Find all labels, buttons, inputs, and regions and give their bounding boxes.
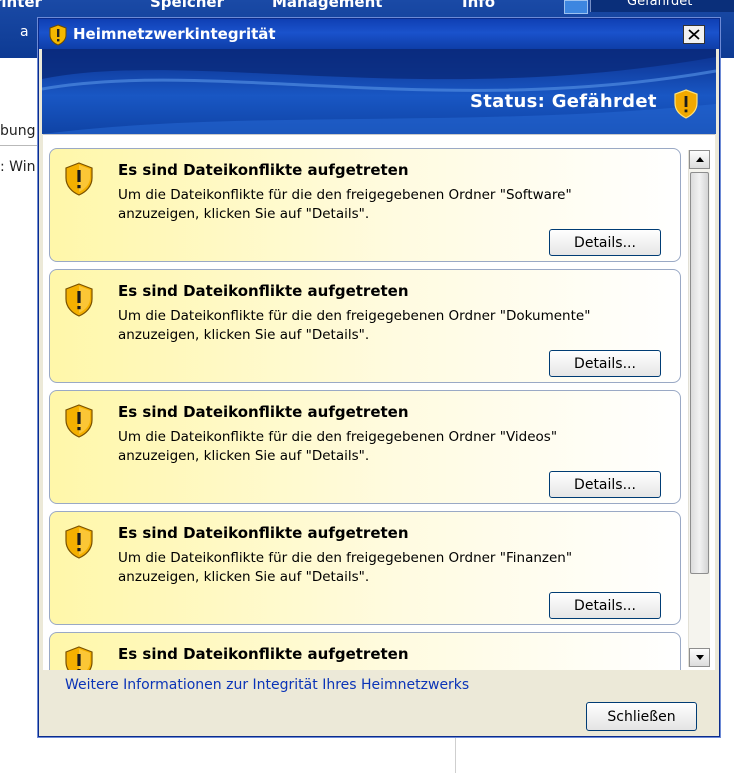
- details-button[interactable]: Details...: [549, 471, 661, 498]
- dialog-footer: Weitere Informationen zur Integrität Ihr…: [43, 670, 715, 733]
- card-description: Um die Dateikonflikte für die den freige…: [118, 308, 591, 343]
- bg-status-button[interactable]: Gefährdet: [590, 0, 734, 12]
- card-title: Es sind Dateikonflikte aufgetreten: [118, 282, 409, 300]
- bg-status-label: Gefährdet: [627, 0, 693, 9]
- conflict-notification-card: Es sind Dateikonflikte aufgetreten Um di…: [49, 511, 681, 625]
- bg-toolbar-label: a: [20, 24, 29, 40]
- close-icon: [688, 29, 700, 40]
- details-button[interactable]: Details...: [549, 229, 661, 256]
- background-left-panel: bung : Win: [0, 58, 40, 758]
- bg-tray-button[interactable]: [564, 0, 588, 14]
- warning-shield-icon: [65, 646, 93, 670]
- dialog-title: Heimnetzwerkintegrität: [73, 25, 276, 43]
- vertical-scrollbar[interactable]: [688, 150, 710, 667]
- chevron-down-icon: [696, 655, 704, 660]
- warning-shield-icon: [674, 89, 698, 119]
- details-button[interactable]: Details...: [549, 592, 661, 619]
- scroll-up-button[interactable]: [689, 150, 710, 169]
- more-info-link[interactable]: Weitere Informationen zur Integrität Ihr…: [65, 677, 469, 693]
- details-button[interactable]: Details...: [549, 350, 661, 377]
- warning-shield-icon: [65, 162, 93, 196]
- notification-list[interactable]: Es sind Dateikonflikte aufgetreten Um di…: [49, 148, 685, 670]
- conflict-notification-card: Es sind Dateikonflikte aufgetreten Um di…: [49, 148, 681, 262]
- card-title: Es sind Dateikonflikte aufgetreten: [118, 645, 409, 663]
- warning-shield-icon: [65, 404, 93, 438]
- warning-shield-icon: [65, 283, 93, 317]
- warning-shield-icon: [65, 525, 93, 559]
- conflict-notification-card: Es sind Dateikonflikte aufgetreten Um di…: [49, 269, 681, 383]
- warning-shield-icon: [49, 24, 67, 46]
- card-description: Um die Dateikonflikte für die den freige…: [118, 550, 573, 585]
- status-banner: Status: Gefährdet: [42, 49, 716, 134]
- card-title: Es sind Dateikonflikte aufgetreten: [118, 524, 409, 542]
- card-description: Um die Dateikonflikte für die den freige…: [118, 429, 558, 464]
- scroll-down-button[interactable]: [689, 648, 710, 667]
- chevron-up-icon: [696, 157, 704, 162]
- bg-divider: [0, 145, 40, 146]
- dialog-titlebar[interactable]: Heimnetzwerkintegrität: [39, 19, 719, 49]
- notification-list-area: Es sind Dateikonflikte aufgetreten Um di…: [43, 134, 715, 670]
- card-description: Um die Dateikonflikte für die den freige…: [118, 187, 572, 222]
- bg-menu-item[interactable]: Speicher: [150, 0, 224, 11]
- bg-divider-line: [455, 735, 456, 773]
- scrollbar-thumb[interactable]: [690, 172, 709, 574]
- bg-side-text: bung: [0, 123, 36, 139]
- bg-menu-item[interactable]: Management: [272, 0, 382, 11]
- conflict-notification-card: Es sind Dateikonflikte aufgetreten: [49, 632, 681, 670]
- card-title: Es sind Dateikonflikte aufgetreten: [118, 161, 409, 179]
- bg-side-text: : Win: [0, 159, 36, 175]
- close-window-button[interactable]: [683, 25, 705, 44]
- bg-menu-item[interactable]: rinter: [0, 0, 42, 11]
- card-title: Es sind Dateikonflikte aufgetreten: [118, 403, 409, 421]
- home-network-integrity-dialog: Heimnetzwerkintegrität Status: Gefährdet: [38, 18, 720, 737]
- bg-menu-item[interactable]: Info: [462, 0, 495, 11]
- status-label: Status: Gefährdet: [470, 91, 657, 112]
- close-button[interactable]: Schließen: [586, 702, 697, 731]
- conflict-notification-card: Es sind Dateikonflikte aufgetreten Um di…: [49, 390, 681, 504]
